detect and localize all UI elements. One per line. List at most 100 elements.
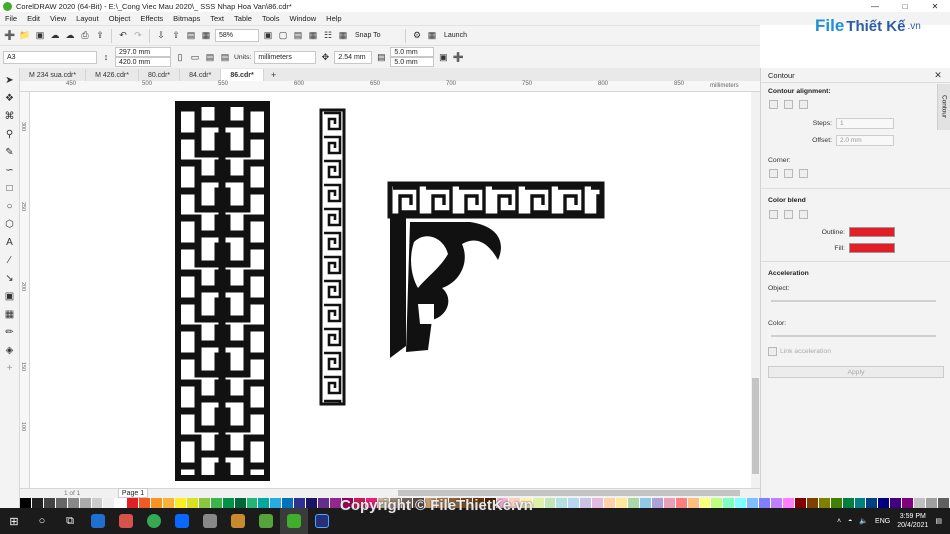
corel-app-icon[interactable]: [252, 508, 280, 534]
store-icon[interactable]: [84, 508, 112, 534]
palette-swatch[interactable]: [842, 498, 855, 508]
rulers-icon[interactable]: ▤: [292, 30, 304, 42]
palette-swatch[interactable]: [926, 498, 938, 508]
chrome-icon[interactable]: [140, 508, 168, 534]
palette-swatch[interactable]: [43, 498, 56, 508]
palette-swatch[interactable]: [151, 498, 164, 508]
all-pages-icon[interactable]: ▤: [204, 51, 216, 63]
page-height-field[interactable]: 420.0 mm: [115, 57, 171, 67]
menu-view[interactable]: View: [45, 14, 71, 23]
clockwise-blend-icon[interactable]: [784, 210, 793, 219]
palette-swatch[interactable]: [759, 498, 772, 508]
palette-swatch[interactable]: [854, 498, 867, 508]
app2-icon[interactable]: [224, 508, 252, 534]
grid-icon[interactable]: ▦: [307, 30, 319, 42]
link-acceleration-checkbox[interactable]: [768, 347, 777, 356]
palette-swatch[interactable]: [222, 498, 235, 508]
palette-swatch[interactable]: [651, 498, 664, 508]
docker-close-icon[interactable]: ✕: [932, 69, 944, 81]
page-size-dropdown[interactable]: A3: [3, 50, 97, 64]
drawing-canvas[interactable]: [30, 92, 751, 488]
volume-icon[interactable]: 🔈: [859, 517, 868, 525]
interactive-fill-tool-icon[interactable]: ◈: [2, 342, 17, 359]
palette-swatch[interactable]: [282, 498, 295, 508]
palette-swatch[interactable]: [914, 498, 927, 508]
export-icon[interactable]: ⇪: [94, 30, 106, 42]
palette-swatch[interactable]: [783, 498, 795, 508]
steps-field[interactable]: 1: [836, 118, 894, 129]
bevel-corner-icon[interactable]: [799, 169, 808, 178]
palette-swatch[interactable]: [771, 498, 783, 508]
palette-swatch[interactable]: [830, 498, 843, 508]
photos-icon[interactable]: [112, 508, 140, 534]
eyedropper-tool-icon[interactable]: ✏: [2, 324, 17, 341]
menu-edit[interactable]: Edit: [22, 14, 45, 23]
palette-swatch[interactable]: [258, 498, 271, 508]
zoom-tool-icon[interactable]: ⚲: [2, 126, 17, 143]
palette-swatch[interactable]: [294, 498, 307, 508]
palette-swatch[interactable]: [747, 498, 760, 508]
notifications-icon[interactable]: ▤: [935, 517, 942, 525]
network-icon[interactable]: ◓: [848, 518, 852, 525]
search-icon[interactable]: ○: [28, 508, 56, 534]
horizontal-ruler[interactable]: 450 500 550 600 650 700 750 800 850 mill…: [20, 81, 760, 92]
center-contour-icon[interactable]: [799, 100, 808, 109]
treat-as-filled-icon[interactable]: ▣: [437, 51, 449, 63]
artistic-media-tool-icon[interactable]: ∽: [2, 162, 17, 179]
connector-tool-icon[interactable]: ↘: [2, 270, 17, 287]
landscape-icon[interactable]: ▭: [189, 51, 201, 63]
units-dropdown[interactable]: millimeters: [254, 50, 317, 64]
tab-m426[interactable]: M 426.cdr*: [86, 69, 139, 81]
snap-icon[interactable]: ▦: [337, 30, 349, 42]
export-pdf-icon[interactable]: ▤: [185, 30, 197, 42]
menu-table[interactable]: Table: [229, 14, 257, 23]
menu-object[interactable]: Object: [104, 14, 136, 23]
palette-swatch[interactable]: [902, 498, 915, 508]
ellipse-tool-icon[interactable]: ○: [2, 198, 17, 215]
palette-swatch[interactable]: [270, 498, 283, 508]
palette-swatch[interactable]: [91, 498, 104, 508]
pick-tool-icon[interactable]: ➤: [2, 72, 17, 89]
inside-contour-icon[interactable]: [784, 100, 793, 109]
menu-text[interactable]: Text: [205, 14, 229, 23]
rectangle-tool-icon[interactable]: □: [2, 180, 17, 197]
offset-field[interactable]: 2.0 mm: [836, 135, 894, 146]
tab-80[interactable]: 80.cdr*: [139, 69, 181, 81]
photoshop-icon[interactable]: [308, 508, 336, 534]
greek-key-strip[interactable]: [319, 108, 346, 406]
fullscreen-icon[interactable]: ▢: [277, 30, 289, 42]
zalo-icon[interactable]: [168, 508, 196, 534]
menu-layout[interactable]: Layout: [71, 14, 104, 23]
outline-color-swatch[interactable]: [849, 227, 895, 237]
import-icon[interactable]: ⇩: [155, 30, 167, 42]
tab-m234[interactable]: M 234 sua.cdr*: [20, 69, 87, 81]
text-tool-icon[interactable]: A: [2, 234, 17, 251]
palette-swatch[interactable]: [687, 498, 700, 508]
palette-swatch[interactable]: [174, 498, 187, 508]
palette-swatch[interactable]: [163, 498, 175, 508]
mitered-corner-icon[interactable]: [769, 169, 778, 178]
palette-swatch[interactable]: [663, 498, 676, 508]
palette-swatch[interactable]: [818, 498, 831, 508]
palette-swatch[interactable]: [639, 498, 652, 508]
palette-swatch[interactable]: [79, 498, 92, 508]
palette-swatch[interactable]: [55, 498, 68, 508]
transparency-tool-icon[interactable]: ▦: [2, 306, 17, 323]
drop-shadow-tool-icon[interactable]: ▣: [2, 288, 17, 305]
duplicate-y-field[interactable]: 5.0 mm: [390, 57, 435, 67]
fill-color-swatch[interactable]: [849, 243, 895, 253]
horizontal-scroll-thumb[interactable]: [398, 490, 740, 496]
publish-icon[interactable]: ▦: [200, 30, 212, 42]
linear-blend-icon[interactable]: [769, 210, 778, 219]
options-gear-icon[interactable]: ⚙: [411, 30, 423, 42]
windows-start-icon[interactable]: ⊞: [0, 508, 28, 534]
freehand-tool-icon[interactable]: ✎: [2, 144, 17, 161]
palette-swatch[interactable]: [246, 498, 259, 508]
new-tab-icon[interactable]: +: [268, 69, 280, 81]
vertical-ruler[interactable]: 300 250 200 150 100: [20, 92, 30, 488]
save-icon[interactable]: ▣: [34, 30, 46, 42]
vertical-scroll-thumb[interactable]: [752, 378, 759, 474]
portrait-icon[interactable]: ▯: [174, 51, 186, 63]
menu-effects[interactable]: Effects: [135, 14, 168, 23]
palette-swatch[interactable]: [711, 498, 724, 508]
